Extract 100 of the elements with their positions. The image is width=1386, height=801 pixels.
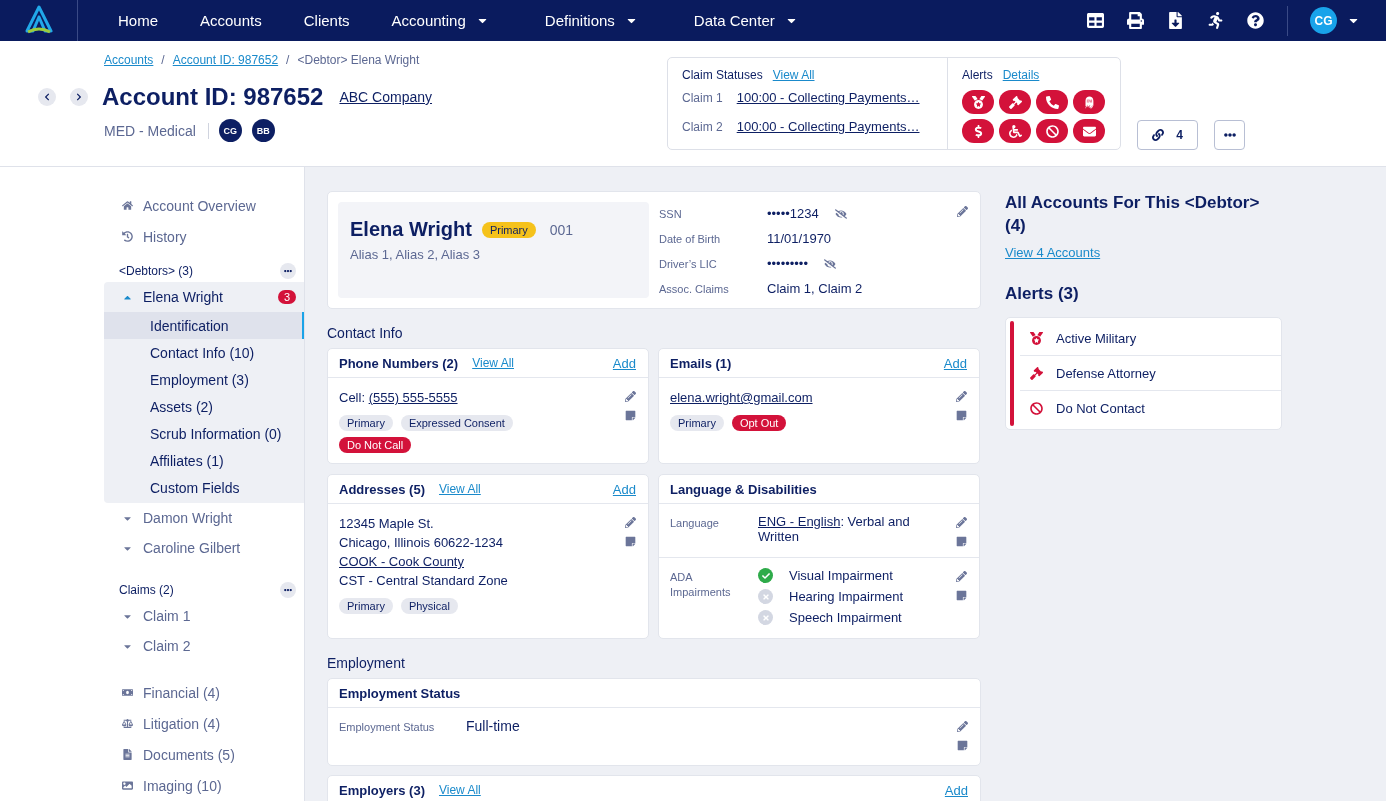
sidebar-subitem[interactable]: Employment (3) [104,366,304,393]
chevron-left-icon [43,93,51,101]
ban-icon [1030,402,1044,415]
previous-button[interactable] [38,88,56,106]
sidebar-item[interactable]: Imaging (10) [104,770,304,801]
note-icon[interactable] [625,536,636,547]
phone-icon [1036,90,1068,114]
view-all-link[interactable]: View All [772,68,815,82]
alert-label: Defense Attorney [1056,365,1156,381]
count-badge: 3 [277,290,296,304]
more-button[interactable] [280,582,296,598]
sidebar-subitem[interactable]: Assets (2) [104,393,304,420]
note-icon[interactable] [956,590,967,601]
accounts-title: All Accounts For This <Debtor> (4) [1005,192,1261,237]
details-link[interactable]: Details [1002,68,1040,82]
tag: Primary [670,415,724,431]
tag: Primary [339,598,393,614]
breadcrumb-separator: / [161,53,165,67]
field-label: Employment Status [339,720,436,735]
company-link[interactable]: ABC Company [339,89,432,105]
claim-label: Claim 2 [682,120,723,134]
add-link[interactable]: Add [944,782,968,798]
ellipsis-icon [284,586,292,594]
sidebar-subitem[interactable]: Affiliates (1) [104,447,304,474]
breadcrumb-link[interactable]: Account ID: 987652 [172,53,279,67]
add-link[interactable]: Add [943,355,967,371]
county-link[interactable]: COOK - Cook County [339,554,464,569]
email-link[interactable]: elena.wright@gmail.com [670,390,813,405]
sidebar-item[interactable]: Claim 1 [104,601,304,631]
view-all-link[interactable]: View All [439,783,481,797]
envelope-icon [1073,119,1105,143]
nav-item[interactable]: Data Center [675,0,816,41]
sidebar-item[interactable]: Elena Wright 3 [104,282,304,312]
history-icon [121,231,133,242]
gavel-icon [999,90,1031,114]
sidebar-subitem[interactable]: Identification [104,312,304,339]
sidebar-item[interactable]: Account Overview [104,190,304,221]
sidebar-item[interactable]: Litigation (4) [104,708,304,739]
table-icon[interactable] [1085,10,1105,31]
sidebar-item[interactable]: History [104,221,304,252]
next-button[interactable] [70,88,88,106]
field-label: Language [670,516,720,531]
sidebar-item[interactable]: Caroline Gilbert [104,533,304,563]
print-icon[interactable] [1125,10,1145,31]
note-icon[interactable] [956,536,967,547]
card-title: Emails (1) [670,355,732,371]
links-button[interactable]: 4 [1137,120,1198,150]
sidebar-item[interactable]: Financial (4) [104,677,304,708]
sidebar-item[interactable]: Damon Wright [104,503,304,533]
edit-icon[interactable] [957,721,968,732]
edit-icon[interactable] [957,206,968,217]
breadcrumb-link[interactable]: Accounts [104,53,154,67]
add-link[interactable]: Add [612,481,636,497]
eye-slash-icon[interactable] [823,257,836,270]
user-avatar: CG [218,119,242,142]
address-line: 12345 Maple St. [339,515,435,533]
debtor-name: Elena Wright [350,218,472,241]
view-all-link[interactable]: View All [472,356,514,370]
field-value: ••••••••• [767,256,808,271]
ban-icon [1036,119,1068,143]
note-icon[interactable] [625,410,636,421]
aliases: Alias 1, Alias 2, Alias 3 [350,247,482,262]
sidebar-subitem[interactable]: Scrub Information (0) [104,420,304,447]
edit-icon[interactable] [956,571,967,582]
section-title: Contact Info [327,325,404,341]
sidebar-subitem[interactable]: Custom Fields [104,474,304,501]
edit-icon[interactable] [956,517,967,528]
wheelchair-icon [999,119,1031,143]
panel-title: Claim Statuses [682,68,763,82]
tag: Expressed Consent [400,415,513,431]
nav-item[interactable]: Accounts [182,0,280,41]
edit-icon[interactable] [625,517,636,528]
sidebar-item[interactable]: Documents (5) [104,739,304,770]
edit-icon[interactable] [956,391,967,402]
add-link[interactable]: Add [612,355,636,371]
claim-status-link[interactable]: 100:00 - Collecting Payments… [736,119,920,134]
chevron-right-icon [75,93,83,101]
help-icon[interactable] [1245,10,1265,31]
view-accounts-link[interactable]: View 4 Accounts [1005,245,1282,260]
eye-slash-icon[interactable] [834,207,847,220]
note-icon[interactable] [957,740,968,751]
sidebar-item[interactable]: Claim 2 [104,631,304,661]
view-all-link[interactable]: View All [439,482,481,496]
impairment-label: Hearing Impairment [789,589,904,604]
link-icon [1152,129,1165,141]
phone-link[interactable]: (555) 555-5555 [368,390,458,405]
sidebar-subitem[interactable]: Contact Info (10) [104,339,304,366]
section-title: Claims (2) [119,583,174,597]
field-value: 11/01/1970 [767,231,832,246]
edit-icon[interactable] [625,391,636,402]
claim-status-link[interactable]: 100:00 - Collecting Payments… [736,90,920,105]
user-avatar: BB [251,119,275,142]
alerts-title: Alerts (3) [1005,283,1080,305]
nav-item[interactable]: Definitions [526,0,656,41]
nav-item[interactable]: Clients [285,0,368,41]
field-value: •••••1234 [767,206,819,221]
nav-item[interactable]: Accounting [373,0,507,41]
note-icon[interactable] [956,410,967,421]
nav-item[interactable]: Home [100,0,176,41]
more-button[interactable] [280,263,296,279]
